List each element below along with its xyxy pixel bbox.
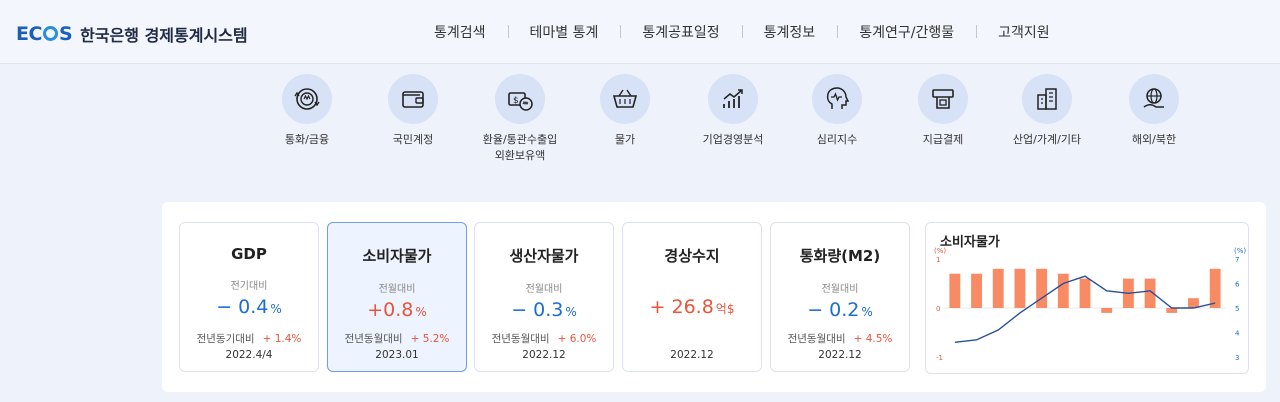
card-date: 2022.12 (818, 349, 862, 361)
basket-icon (600, 74, 650, 124)
nav-item-research[interactable]: 통계연구/간행물 (837, 22, 976, 42)
card-value: − 0.3% (511, 299, 577, 321)
category-label: 통화/금융 (284, 133, 330, 146)
main-nav: 통계검색 테마별 통계 통계공표일정 통계정보 통계연구/간행물 고객지원 (412, 0, 1072, 64)
card-date: 2022.12 (522, 349, 566, 361)
nav-item-schedule[interactable]: 통계공표일정 (620, 22, 741, 42)
growth-chart-icon (708, 74, 758, 124)
category-prices[interactable]: 물가 (570, 74, 680, 148)
card-sub-label: 전월대비 (821, 284, 859, 295)
category-money-finance[interactable]: 통화/금융 (252, 74, 362, 148)
chart-bar (1057, 273, 1069, 308)
cpi-mini-chart[interactable]: 소비자물가 (%) (%) 1 0 -1 7 6 5 4 3 (925, 222, 1249, 374)
card-title: 생산자물가 (509, 247, 579, 265)
category-exchange-trade[interactable]: $ 환율/통관수출입 외환보유액 (465, 74, 575, 164)
card-title: 통화량(M2) (799, 247, 881, 265)
nav-item-theme[interactable]: 테마별 통계 (507, 22, 621, 42)
header: EC S 한국은행 경제통계시스템 통계검색 테마별 통계 통계공표일정 통계정보… (0, 0, 1280, 64)
indicator-card-gdp[interactable]: GDP 전기대비 − 0.4% 전년동기대비 + 1.4% 2022.4/4 (179, 222, 319, 372)
category-sentiment-index[interactable]: 심리지수 (782, 74, 892, 148)
card-title: 경상수지 (664, 247, 720, 265)
card-title: 소비자물가 (362, 247, 432, 265)
category-label: 기업경영분석 (702, 133, 764, 146)
card-yoy: 전년동월대비 + 6.0% (491, 333, 597, 345)
right-tick-label: 7 (1235, 256, 1239, 264)
card-sub-label: 전기대비 (230, 281, 268, 292)
logo[interactable]: EC S 한국은행 경제통계시스템 (16, 22, 248, 46)
chart-bar (971, 273, 982, 308)
right-tick-label: 3 (1235, 354, 1239, 362)
card-sub-label (623, 280, 761, 292)
category-menu: 통화/금융 국민계정 $ 환율/통관수출입 외환보유액 물가 기업경영분석 심리… (0, 74, 1280, 174)
category-industry-household[interactable]: 산업/가계/기타 (992, 74, 1102, 148)
card-yoy: 전년동월대비 + 5.2% (344, 333, 450, 345)
card-date: 2022.4/4 (225, 349, 273, 361)
indicator-card-ppi[interactable]: 생산자물가 전월대비 − 0.3% 전년동월대비 + 6.0% 2022.12 (474, 222, 614, 372)
right-tick-label: 6 (1235, 281, 1240, 289)
globe-hand-icon (1129, 74, 1179, 124)
indicator-card-current-account[interactable]: 경상수지 + 26.8 억$ 2022.12 (622, 222, 762, 372)
card-yoy: 전년동월대비 + 4.5% (787, 333, 893, 345)
indicator-card-m2[interactable]: 통화량(M2) 전월대비 − 0.2% 전년동월대비 + 4.5% 2022.12 (770, 222, 910, 372)
svg-text:$: $ (513, 96, 519, 106)
right-tick-label: 4 (1235, 330, 1240, 338)
card-sub-label: 전월대비 (378, 284, 416, 295)
category-label: 지급결제 (922, 133, 964, 146)
category-national-accounts[interactable]: 국민계정 (358, 74, 468, 148)
category-payment-settlement[interactable]: 지급결제 (888, 74, 998, 148)
building-icon (1022, 74, 1072, 124)
chart-bar (1166, 308, 1178, 313)
category-label: 해외/북한 (1131, 133, 1177, 146)
card-value: +0.8% (367, 299, 427, 321)
ecos-logo-mark: EC S (16, 23, 73, 45)
category-label: 환율/통관수출입 외환보유액 (482, 133, 558, 162)
currency-exchange-icon (282, 74, 332, 124)
card-sub-label: 전월대비 (525, 284, 563, 295)
card-title: GDP (231, 245, 267, 263)
money-exchange-icon: $ (495, 74, 545, 124)
chart-bar (1079, 278, 1091, 308)
atm-icon (918, 74, 968, 124)
chart-bar (949, 273, 961, 308)
site-name: 한국은행 경제통계시스템 (80, 26, 248, 45)
right-axis-unit: (%) (1234, 247, 1246, 255)
indicator-card-cpi[interactable]: 소비자물가 전월대비 +0.8% 전년동월대비 + 5.2% 2023.01 (327, 222, 467, 372)
category-label: 심리지수 (816, 133, 858, 146)
wallet-icon (388, 74, 438, 124)
chart-bar (1101, 308, 1113, 313)
indicator-panel: GDP 전기대비 − 0.4% 전년동기대비 + 1.4% 2022.4/4 소비… (162, 202, 1266, 392)
chart-bar (1036, 268, 1048, 308)
card-date: 2022.12 (670, 349, 714, 361)
chart-bar (1209, 268, 1221, 308)
category-overseas-nk[interactable]: 해외/북한 (1099, 74, 1209, 148)
category-label: 국민계정 (392, 133, 434, 146)
left-tick-label: 0 (936, 305, 940, 313)
right-tick-label: 5 (1235, 305, 1239, 313)
nav-item-support[interactable]: 고객지원 (976, 22, 1072, 42)
category-business-analysis[interactable]: 기업경영분석 (678, 74, 788, 148)
card-value: − 0.4% (216, 296, 282, 318)
chart-bar (1014, 268, 1026, 308)
card-value: + 26.8 억$ (649, 296, 735, 318)
chart-svg: (%) (%)10-176543 (934, 247, 1246, 362)
category-label: 산업/가계/기타 (1012, 133, 1082, 146)
nav-item-search[interactable]: 통계검색 (412, 22, 508, 42)
nav-item-info[interactable]: 통계정보 (741, 22, 838, 42)
card-value: − 0.2% (807, 299, 873, 321)
card-date: 2023.01 (375, 349, 419, 361)
category-label: 물가 (614, 133, 636, 146)
left-tick-label: 1 (936, 256, 940, 264)
left-tick-label: -1 (936, 354, 943, 362)
head-pulse-icon (812, 74, 862, 124)
left-axis-unit: (%) (934, 247, 946, 255)
chart-bar (992, 268, 1004, 308)
card-yoy: 전년동기대비 + 1.4% (196, 333, 302, 345)
